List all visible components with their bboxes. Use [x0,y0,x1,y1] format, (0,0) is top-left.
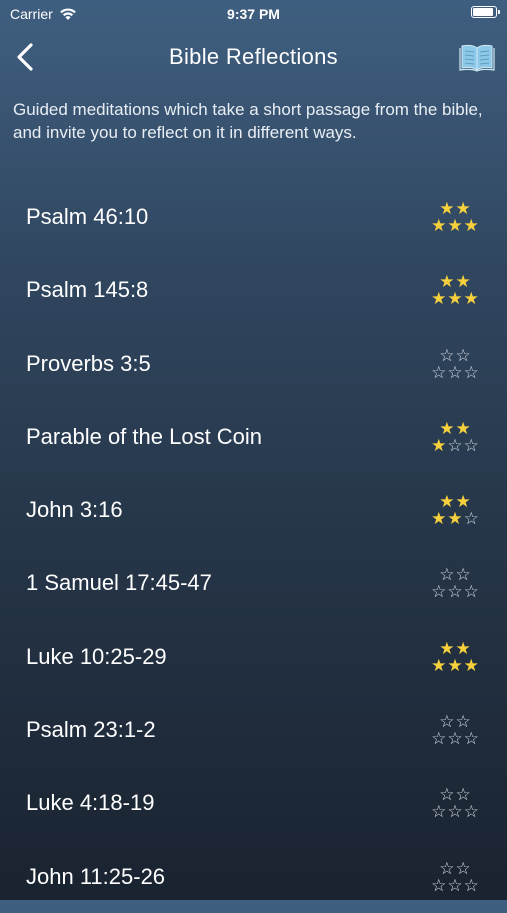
star-filled-icon [464,290,479,308]
item-title: Psalm 145:8 [26,277,149,303]
item-title: 1 Samuel 17:45-47 [26,570,212,596]
open-book-icon [459,44,495,72]
list-item[interactable]: Luke 4:18-19 [0,766,507,839]
navigation-bar: Bible Reflections [0,30,507,84]
star-empty-icon [439,860,454,878]
star-row-bottom [428,437,482,455]
star-row-top [428,347,482,365]
star-empty-icon [447,803,462,821]
description-text: Guided meditations which take a short pa… [13,100,483,142]
star-filled-icon [447,510,462,528]
star-rating [428,273,482,309]
book-button[interactable] [457,38,497,76]
star-empty-icon [447,437,462,455]
star-empty-icon [456,860,471,878]
star-empty-icon [447,877,462,895]
star-empty-icon [464,510,479,528]
star-row-bottom [428,290,482,308]
star-rating [428,713,482,749]
item-title: Luke 4:18-19 [26,790,155,816]
reflection-list: Psalm 46:10 Psalm 145:8 Proverbs 3:5 Parabl… [0,180,507,913]
star-filled-icon [447,217,462,235]
item-title: Proverbs 3:5 [26,350,151,376]
star-row-bottom [428,657,482,675]
star-rating [428,200,482,236]
battery-fill [473,8,493,16]
star-empty-icon [431,730,446,748]
status-bar: Carrier 9:37 PM [0,0,507,28]
star-empty-icon [464,803,479,821]
star-empty-icon [431,803,446,821]
page-title: Bible Reflections [169,44,338,69]
star-row-bottom [428,583,482,601]
list-item[interactable]: Psalm 145:8 [0,253,507,326]
star-empty-icon [447,730,462,748]
star-rating [428,493,482,529]
star-filled-icon [447,657,462,675]
list-item[interactable]: Psalm 46:10 [0,180,507,253]
star-row-bottom [428,877,482,895]
star-row-bottom [428,730,482,748]
list-item[interactable]: Proverbs 3:5 [0,327,507,400]
star-empty-icon [431,364,446,382]
star-rating [428,860,482,896]
item-title: John 11:25-26 [26,863,166,889]
star-empty-icon [464,730,479,748]
star-filled-icon [464,217,479,235]
star-filled-icon [431,290,446,308]
star-empty-icon [431,877,446,895]
item-title: John 3:16 [26,497,123,523]
item-title: Psalm 46:10 [26,204,149,229]
list-item[interactable]: 1 Samuel 17:45-47 [0,546,507,619]
star-empty-icon [464,583,479,601]
star-row-bottom [428,803,482,821]
status-time: 9:37 PM [227,6,280,22]
list-item[interactable]: Psalm 23:1-2 [0,693,507,766]
list-item[interactable]: John 3:16 [0,473,507,546]
item-title: Luke 10:25-29 [26,643,167,669]
star-filled-icon [464,657,479,675]
star-row-bottom [428,217,482,235]
star-row-top [428,860,482,878]
star-empty-icon [464,437,479,455]
star-row-bottom [428,364,482,382]
star-row-bottom [428,510,482,528]
item-title: Psalm 23:1-2 [26,717,156,743]
star-rating [428,420,482,456]
star-filled-icon [447,290,462,308]
list-item[interactable]: Luke 10:25-29 [0,620,507,693]
star-filled-icon [431,657,446,675]
star-filled-icon [431,510,446,528]
star-empty-icon [464,877,479,895]
item-title: Parable of the Lost Coin [26,423,263,449]
star-empty-icon [439,347,454,365]
star-empty-icon [456,347,471,365]
star-filled-icon [431,217,446,235]
list-item[interactable]: Parable of the Lost Coin [0,400,507,473]
star-empty-icon [447,364,462,382]
star-empty-icon [464,364,479,382]
star-filled-icon [431,437,446,455]
star-rating [428,640,482,676]
battery-icon [471,6,500,18]
star-rating [428,566,482,602]
star-rating [428,347,482,383]
star-empty-icon [447,583,462,601]
list-item[interactable]: John 11:25-26 [0,840,507,913]
star-empty-icon [431,583,446,601]
star-rating [428,786,482,822]
